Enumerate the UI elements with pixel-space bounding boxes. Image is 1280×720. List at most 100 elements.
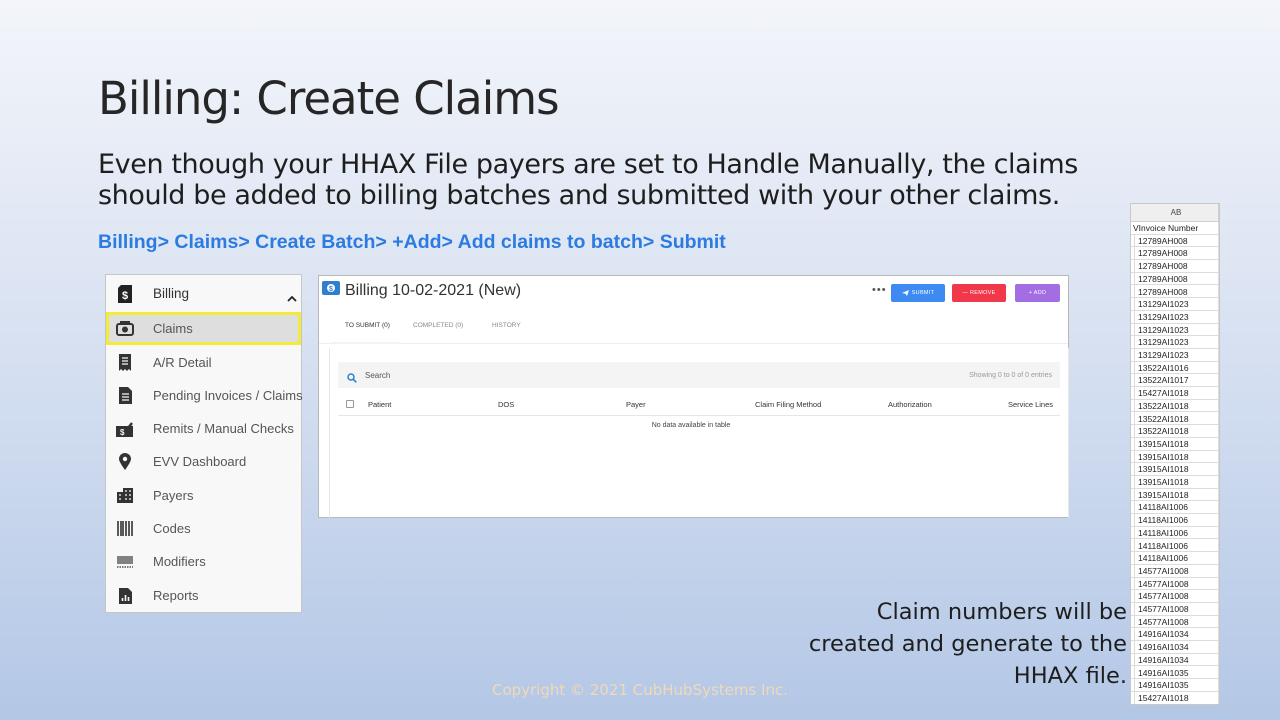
- spreadsheet-cell[interactable]: 13129AI1023: [1131, 298, 1219, 311]
- sidebar-item-label: Remits / Manual Checks: [153, 421, 294, 436]
- spreadsheet-cell[interactable]: 12789AH008: [1131, 272, 1219, 286]
- slide-subtitle: Even though your HHAX File payers are se…: [98, 149, 1078, 211]
- navigation-path: Billing> Claims> Create Batch> +Add> Add…: [98, 231, 726, 253]
- sidebar-item-codes[interactable]: Codes: [106, 512, 301, 545]
- spreadsheet-cell[interactable]: 12789AH008: [1131, 285, 1219, 299]
- billing-dollar-icon: $: [116, 284, 134, 303]
- sidebar-item-evv-dashboard[interactable]: EVV Dashboard: [106, 445, 301, 478]
- sidebar-item-payers[interactable]: Payers: [106, 479, 301, 512]
- spreadsheet-cell[interactable]: 13915AI1018: [1131, 488, 1219, 502]
- search-icon: [347, 370, 357, 388]
- spreadsheet-cell[interactable]: 13915AI1018: [1131, 463, 1219, 476]
- spreadsheet-cell[interactable]: 14916AI1034: [1131, 641, 1219, 654]
- spreadsheet-cell[interactable]: 15427AI1018: [1131, 691, 1219, 704]
- spreadsheet-column-letter: AB: [1131, 204, 1219, 222]
- report-icon: [116, 587, 134, 605]
- sidebar-item-remits[interactable]: $ Remits / Manual Checks: [106, 412, 301, 445]
- spreadsheet-cell[interactable]: 12789AH008: [1131, 234, 1219, 248]
- sidebar-item-label: EVV Dashboard: [153, 454, 247, 469]
- entries-count: Showing 0 to 0 of 0 entries: [969, 371, 1052, 379]
- spreadsheet-cell[interactable]: 13915AI1018: [1131, 476, 1219, 489]
- sidebar-item-ar-detail[interactable]: A/R Detail: [106, 346, 301, 379]
- spreadsheet-cell[interactable]: 14577AI1008: [1131, 590, 1219, 603]
- spreadsheet-cell[interactable]: 13522AI1018: [1131, 399, 1219, 413]
- spreadsheet-cell[interactable]: 12789AH008: [1131, 260, 1219, 273]
- spreadsheet-header-row: VInvoice NumberV: [1131, 222, 1219, 235]
- sidebar-item-modifiers[interactable]: Modifiers: [106, 545, 301, 578]
- submit-button[interactable]: SUBMIT: [891, 284, 945, 302]
- tab-to-submit[interactable]: TO SUBMIT (0): [345, 322, 390, 329]
- building-icon: [116, 487, 134, 505]
- sidebar-item-label: Modifiers: [153, 554, 206, 569]
- copyright-footer: Copyright © 2021 CubHubSystems Inc.: [492, 681, 789, 699]
- add-button-label: + ADD: [1028, 290, 1047, 296]
- spreadsheet-cell[interactable]: 14118AI1006: [1131, 526, 1219, 540]
- sidebar-header-label: Billing: [153, 286, 190, 301]
- spreadsheet-right-edge: V: [1218, 222, 1219, 234]
- claims-icon: [116, 320, 134, 338]
- spreadsheet-cell[interactable]: 13915AI1018: [1131, 437, 1219, 451]
- column-header-patient[interactable]: Patient: [368, 400, 391, 409]
- send-icon: [901, 290, 909, 296]
- spreadsheet-cell[interactable]: 13129AI1023: [1131, 349, 1219, 362]
- tab-history[interactable]: HISTORY: [492, 322, 521, 329]
- spreadsheet-cell[interactable]: 14577AI1008: [1131, 577, 1219, 591]
- spreadsheet-cell[interactable]: 15427AI1018: [1131, 387, 1219, 400]
- spreadsheet-cell[interactable]: 13915AI1018: [1131, 450, 1219, 464]
- sidebar-item-label: Payers: [153, 488, 194, 503]
- spreadsheet-cell[interactable]: 14118AI1006: [1131, 501, 1219, 515]
- spreadsheet-cell[interactable]: 13522AI1017: [1131, 374, 1219, 388]
- submit-button-label: SUBMIT: [911, 290, 935, 296]
- column-header-dos[interactable]: DOS: [498, 400, 514, 409]
- barcode-icon: [116, 520, 134, 538]
- spreadsheet-cell[interactable]: 14577AI1008: [1131, 615, 1219, 629]
- invoice-spreadsheet: AB VInvoice NumberV 12789AH00812789AH008…: [1130, 203, 1220, 705]
- remove-button-label: — REMOVE: [962, 290, 996, 296]
- spreadsheet-cell[interactable]: 14577AI1008: [1131, 564, 1219, 578]
- remove-button[interactable]: — REMOVE: [952, 284, 1006, 302]
- spreadsheet-cell[interactable]: 14577AI1008: [1131, 603, 1219, 616]
- barcode-small-icon: [116, 553, 134, 571]
- spreadsheet-cell[interactable]: 14118AI1006: [1131, 539, 1219, 553]
- sidebar-item-label: Pending Invoices / Claims: [153, 388, 303, 403]
- sidebar-item-claims[interactable]: Claims: [106, 312, 301, 345]
- sidebar-item-label: Reports: [153, 588, 199, 603]
- spreadsheet-cell[interactable]: 12789AH008: [1131, 247, 1219, 261]
- spreadsheet-cell[interactable]: 13129AI1023: [1131, 336, 1219, 349]
- spreadsheet-cell[interactable]: 14916AI1034: [1131, 628, 1219, 642]
- spreadsheet-cell[interactable]: 14916AI1035: [1131, 679, 1219, 692]
- add-button[interactable]: + ADD: [1015, 284, 1060, 302]
- sidebar-item-reports[interactable]: Reports: [106, 579, 301, 612]
- column-header-claim-filing-method[interactable]: Claim Filing Method: [755, 400, 821, 409]
- column-header-service-lines[interactable]: Service Lines: [1008, 400, 1053, 409]
- document-icon: [116, 387, 134, 405]
- column-header-authorization[interactable]: Authorization: [888, 400, 932, 409]
- spreadsheet-cell[interactable]: 13129AI1023: [1131, 323, 1219, 337]
- tab-completed[interactable]: COMPLETED (0): [413, 322, 463, 329]
- svg-text:$: $: [120, 428, 125, 437]
- spreadsheet-cell[interactable]: 14916AI1035: [1131, 666, 1219, 680]
- spreadsheet-cell[interactable]: 13129AI1023: [1131, 310, 1219, 324]
- spreadsheet-cell[interactable]: 13522AI1016: [1131, 361, 1219, 375]
- spreadsheet-header-cell: Invoice Number: [1138, 223, 1199, 233]
- search-bar[interactable]: Search Showing 0 to 0 of 0 entries: [338, 362, 1060, 388]
- spreadsheet-cell[interactable]: 14118AI1006: [1131, 552, 1219, 565]
- sidebar-item-pending-invoices[interactable]: Pending Invoices / Claims: [106, 379, 303, 412]
- batch-tabs: TO SUBMIT (0) COMPLETED (0) HISTORY: [319, 314, 1068, 344]
- svg-text:$: $: [329, 286, 333, 293]
- billing-batch-icon: $: [322, 280, 340, 301]
- check-edit-icon: $: [116, 420, 134, 438]
- claim-numbers-note: Claim numbers will be created and genera…: [808, 599, 1127, 689]
- spreadsheet-cell[interactable]: 14916AI1034: [1131, 653, 1219, 667]
- select-all-checkbox[interactable]: [346, 400, 354, 408]
- spreadsheet-cell[interactable]: 13522AI1018: [1131, 425, 1219, 438]
- chevron-up-icon[interactable]: [287, 289, 297, 307]
- svg-text:$: $: [122, 290, 128, 302]
- receipt-icon: [116, 354, 134, 372]
- sidebar-header-billing[interactable]: $ Billing: [106, 277, 301, 310]
- spreadsheet-cell[interactable]: 13522AI1018: [1131, 412, 1219, 426]
- search-input[interactable]: Search: [365, 371, 390, 380]
- more-options-icon[interactable]: •••: [872, 284, 887, 296]
- column-header-payer[interactable]: Payer: [626, 400, 646, 409]
- spreadsheet-cell[interactable]: 14118AI1006: [1131, 514, 1219, 527]
